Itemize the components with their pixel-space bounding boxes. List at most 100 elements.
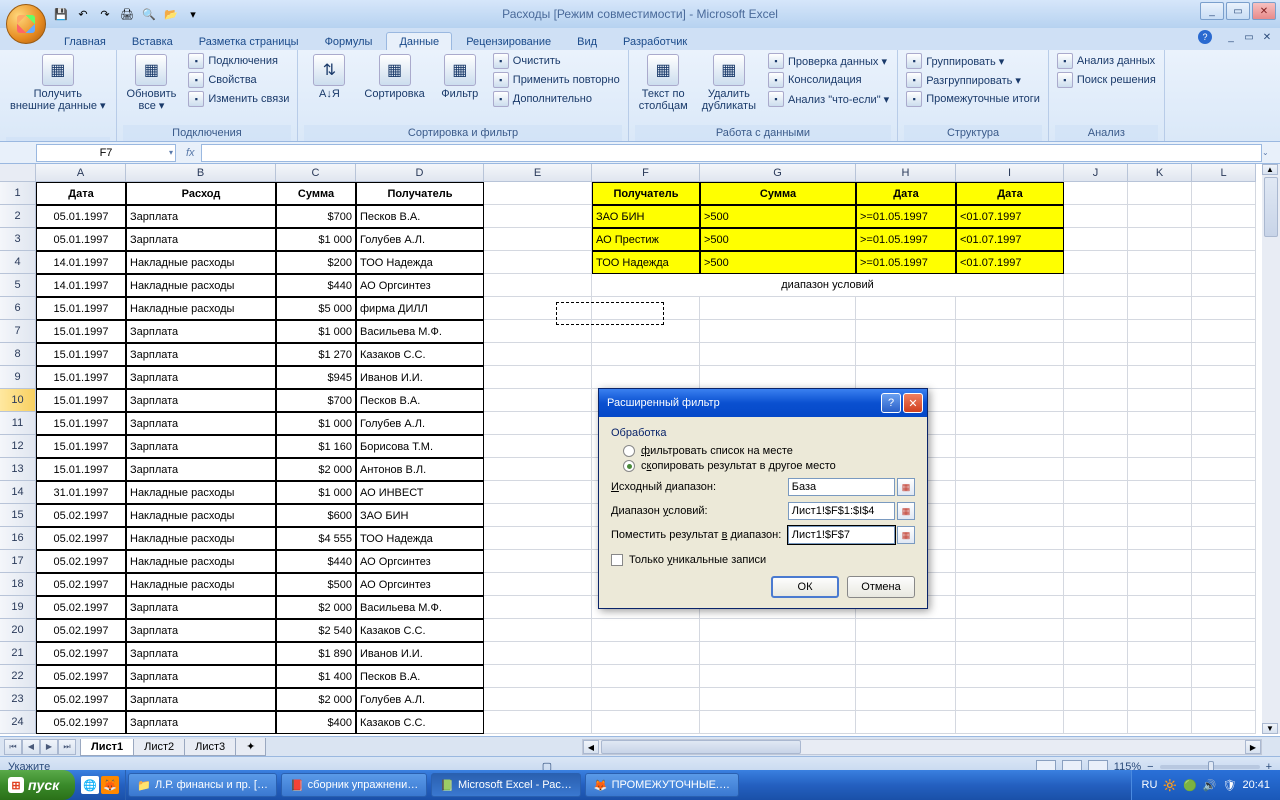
cell[interactable]: [1128, 481, 1192, 504]
ribbon-button[interactable]: ▪Очистить: [491, 52, 622, 70]
cell[interactable]: [856, 665, 956, 688]
cell[interactable]: [1128, 389, 1192, 412]
row-header[interactable]: 1: [0, 182, 36, 205]
cell[interactable]: [1064, 527, 1128, 550]
cell[interactable]: Зарплата: [126, 711, 276, 734]
cell[interactable]: [484, 596, 592, 619]
ribbon-button[interactable]: ▪Анализ "что-если" ▾: [766, 90, 891, 108]
sheet-nav-first[interactable]: ⏮: [4, 739, 22, 755]
cell[interactable]: [956, 573, 1064, 596]
cell[interactable]: Зарплата: [126, 619, 276, 642]
cell[interactable]: [956, 550, 1064, 573]
cell[interactable]: 15.01.1997: [36, 343, 126, 366]
cell[interactable]: [1192, 297, 1256, 320]
cell[interactable]: [484, 205, 592, 228]
row-header[interactable]: 16: [0, 527, 36, 550]
column-header[interactable]: E: [484, 164, 592, 182]
ribbon-button[interactable]: ▪Дополнительно: [491, 90, 622, 108]
ribbon-tab-4[interactable]: Данные: [386, 32, 452, 50]
sheet-nav-last[interactable]: ⏭: [58, 739, 76, 755]
cell[interactable]: Иванов И.И.: [356, 366, 484, 389]
row-header[interactable]: 8: [0, 343, 36, 366]
cell[interactable]: [592, 320, 700, 343]
row-header[interactable]: 20: [0, 619, 36, 642]
cell[interactable]: [484, 619, 592, 642]
sheet-nav-next[interactable]: ▶: [40, 739, 58, 755]
cell[interactable]: Зарплата: [126, 642, 276, 665]
cell[interactable]: [1064, 343, 1128, 366]
cell[interactable]: Сумма: [276, 182, 356, 205]
row-header[interactable]: 3: [0, 228, 36, 251]
cell[interactable]: [1128, 182, 1192, 205]
cell[interactable]: [484, 711, 592, 734]
cell[interactable]: [1128, 205, 1192, 228]
fx-icon[interactable]: fx: [180, 147, 201, 159]
cell[interactable]: [1192, 550, 1256, 573]
cell[interactable]: $1 160: [276, 435, 356, 458]
cell[interactable]: Зарплата: [126, 688, 276, 711]
cell[interactable]: Васильева М.Ф.: [356, 320, 484, 343]
cell[interactable]: Накладные расходы: [126, 297, 276, 320]
cell[interactable]: 05.02.1997: [36, 596, 126, 619]
cell[interactable]: [1128, 274, 1192, 297]
cell[interactable]: [956, 642, 1064, 665]
cell[interactable]: [484, 182, 592, 205]
ribbon-button[interactable]: ▪Применить повторно: [491, 71, 622, 89]
cell[interactable]: 05.02.1997: [36, 504, 126, 527]
ribbon-button[interactable]: ▪Анализ данных: [1055, 52, 1158, 70]
cell[interactable]: Голубев А.Л.: [356, 228, 484, 251]
cell[interactable]: [1128, 435, 1192, 458]
cell[interactable]: [1064, 389, 1128, 412]
cell[interactable]: <01.07.1997: [956, 228, 1064, 251]
cell[interactable]: [1128, 573, 1192, 596]
cell[interactable]: [484, 251, 592, 274]
cell[interactable]: $1 400: [276, 665, 356, 688]
cell[interactable]: [484, 688, 592, 711]
cell[interactable]: Накладные расходы: [126, 274, 276, 297]
ribbon-button[interactable]: ▪Промежуточные итоги: [904, 90, 1042, 108]
cell[interactable]: Накладные расходы: [126, 504, 276, 527]
column-header[interactable]: F: [592, 164, 700, 182]
ribbon-button[interactable]: ▦Получить внешние данные ▾: [6, 52, 110, 114]
range-picker-icon[interactable]: ▦: [897, 526, 915, 544]
cell[interactable]: [484, 458, 592, 481]
cell[interactable]: [1128, 527, 1192, 550]
taskbar-item[interactable]: 📗Microsoft Excel - Рас…: [431, 773, 581, 797]
cell[interactable]: 15.01.1997: [36, 435, 126, 458]
cell[interactable]: [484, 389, 592, 412]
cell[interactable]: >500: [700, 205, 856, 228]
cell[interactable]: [856, 320, 956, 343]
cell[interactable]: [1192, 527, 1256, 550]
cell[interactable]: Песков В.А.: [356, 205, 484, 228]
cell[interactable]: [1128, 550, 1192, 573]
cell[interactable]: ТОО Надежда: [356, 251, 484, 274]
taskbar-item[interactable]: 📁Л.Р. финансы и пр. […: [128, 773, 277, 797]
row-header[interactable]: 21: [0, 642, 36, 665]
cell[interactable]: >500: [700, 251, 856, 274]
cell[interactable]: [1192, 343, 1256, 366]
cell[interactable]: Накладные расходы: [126, 251, 276, 274]
column-header[interactable]: K: [1128, 164, 1192, 182]
cell[interactable]: [700, 711, 856, 734]
cell[interactable]: Зарплата: [126, 320, 276, 343]
cell[interactable]: [484, 665, 592, 688]
cell[interactable]: [956, 458, 1064, 481]
cell[interactable]: [1128, 320, 1192, 343]
radio-filter-inplace[interactable]: фильтровать список на месте: [623, 445, 915, 457]
cell[interactable]: [956, 366, 1064, 389]
ribbon-tab-6[interactable]: Вид: [565, 33, 609, 50]
cell[interactable]: [1064, 182, 1128, 205]
ribbon-button[interactable]: ▦Фильтр: [435, 52, 485, 102]
cell[interactable]: $400: [276, 711, 356, 734]
cell[interactable]: [484, 412, 592, 435]
row-header[interactable]: 22: [0, 665, 36, 688]
column-header[interactable]: G: [700, 164, 856, 182]
cell[interactable]: $1 270: [276, 343, 356, 366]
cell[interactable]: [1192, 228, 1256, 251]
minimize-button[interactable]: _: [1200, 2, 1224, 20]
cell[interactable]: [592, 297, 700, 320]
mdi-minimize[interactable]: _: [1224, 30, 1238, 44]
input-copy-to[interactable]: Лист1!$F$7: [788, 526, 895, 544]
cell[interactable]: [1192, 688, 1256, 711]
cell[interactable]: [1128, 366, 1192, 389]
